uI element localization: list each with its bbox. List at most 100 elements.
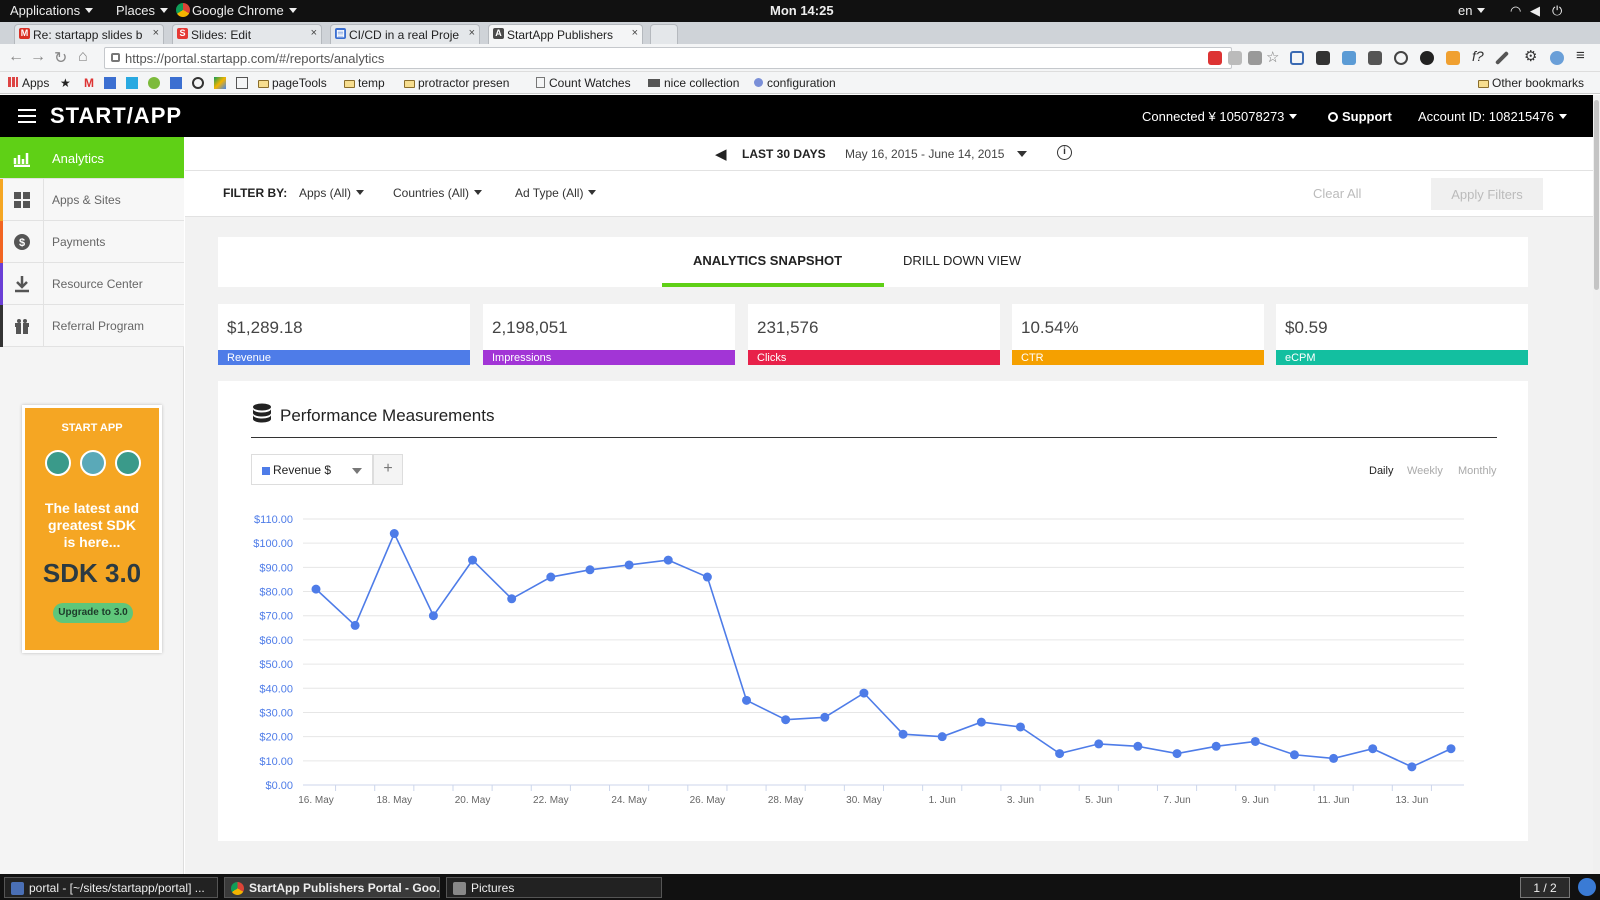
data-point[interactable] xyxy=(1407,762,1417,772)
sidebar-item-referral-program[interactable]: Referral Program xyxy=(0,305,184,347)
data-point[interactable] xyxy=(937,732,947,742)
close-icon[interactable]: × xyxy=(632,27,638,39)
hamburger-menu-icon[interactable] xyxy=(18,109,36,123)
upgrade-button[interactable]: Upgrade to 3.0 xyxy=(53,603,133,623)
taskbar-item-chrome[interactable]: StartApp Publishers Portal - Goo... xyxy=(224,877,440,898)
data-point[interactable] xyxy=(663,555,673,565)
info-icon[interactable]: i xyxy=(1057,145,1072,160)
taskbar-item-pictures[interactable]: Pictures xyxy=(446,877,662,898)
browser-menu[interactable]: Google Chrome xyxy=(176,3,297,18)
timer-icon[interactable] xyxy=(1394,51,1408,65)
data-point[interactable] xyxy=(1055,749,1065,759)
tab-startapp[interactable]: A StartApp Publishers × xyxy=(488,24,643,44)
sidebar-item-apps-sites[interactable]: Apps & Sites xyxy=(0,179,184,221)
calendar-icon[interactable] xyxy=(170,77,182,89)
data-point[interactable] xyxy=(1172,749,1182,759)
extension-icon[interactable] xyxy=(1228,51,1242,65)
bookmark-icon[interactable] xyxy=(126,77,138,89)
date-range-value[interactable]: May 16, 2015 - June 14, 2015 xyxy=(845,147,1004,161)
formula-icon[interactable]: f? xyxy=(1472,48,1486,64)
sb-extension-icon[interactable] xyxy=(1368,51,1382,65)
angular-extension-icon[interactable] xyxy=(1208,51,1222,65)
data-point[interactable] xyxy=(624,560,634,570)
data-point[interactable] xyxy=(1250,736,1260,746)
places-menu[interactable]: Places xyxy=(116,3,169,18)
eyedropper-icon[interactable] xyxy=(1494,50,1510,66)
sidebar-item-analytics[interactable]: Analytics xyxy=(0,137,184,179)
key-icon[interactable] xyxy=(1248,51,1262,65)
page-scrollbar[interactable] xyxy=(1593,95,1600,874)
bookmark-icon[interactable] xyxy=(192,77,204,89)
scrollbar-thumb[interactable] xyxy=(1594,100,1599,290)
tab-analytics-snapshot[interactable]: ANALYTICS SNAPSHOT xyxy=(693,253,842,268)
data-point[interactable] xyxy=(1133,741,1143,751)
wifi-icon[interactable]: ◠ xyxy=(1510,3,1521,19)
account-dropdown[interactable]: Account ID: 108215476 xyxy=(1418,109,1567,124)
data-point[interactable] xyxy=(311,584,321,594)
terminal-icon[interactable] xyxy=(1316,51,1330,65)
data-point[interactable] xyxy=(820,712,830,722)
data-point[interactable] xyxy=(507,594,517,604)
tab-doc[interactable]: ▤ CI/CD in a real Proje × xyxy=(330,24,480,44)
address-bar[interactable]: https://portal.startapp.com/#/reports/an… xyxy=(104,47,1232,69)
jb-extension-icon[interactable] xyxy=(1446,51,1460,65)
startapp-logo[interactable]: START/APP xyxy=(50,103,182,129)
data-point[interactable] xyxy=(1446,744,1456,754)
bookmark-icon[interactable] xyxy=(148,77,160,89)
apply-filters-button[interactable]: Apply Filters xyxy=(1431,178,1543,210)
data-point[interactable] xyxy=(389,529,399,539)
back-arrow-icon[interactable]: ◀ xyxy=(715,145,727,163)
data-point[interactable] xyxy=(781,715,791,725)
applications-menu[interactable]: Applications xyxy=(10,3,94,18)
bookmark-icon[interactable] xyxy=(236,77,248,89)
notification-icon[interactable] xyxy=(1578,878,1596,896)
gear-icon[interactable]: ⚙ xyxy=(1524,47,1538,65)
close-icon[interactable]: × xyxy=(153,27,159,39)
back-icon[interactable]: ← xyxy=(8,48,24,66)
support-link[interactable]: Support xyxy=(1328,109,1392,124)
data-point[interactable] xyxy=(1015,722,1025,732)
tab-slides[interactable]: S Slides: Edit × xyxy=(172,24,322,44)
data-point[interactable] xyxy=(976,717,986,727)
tab-drill-down-view[interactable]: DRILL DOWN VIEW xyxy=(903,253,1021,268)
ad-type-filter[interactable]: Ad Type (All) xyxy=(515,186,597,200)
clear-all-button[interactable]: Clear All xyxy=(1313,186,1361,201)
tab-gmail[interactable]: M Re: startapp slides b × xyxy=(14,24,164,44)
data-point[interactable] xyxy=(1094,739,1104,749)
bookmark-nice-collection[interactable]: nice collection xyxy=(648,76,739,90)
kpi-card-ctr[interactable]: 10.54% CTR xyxy=(1012,304,1264,365)
data-point[interactable] xyxy=(702,572,712,582)
data-point[interactable] xyxy=(859,688,869,698)
forward-icon[interactable]: → xyxy=(30,48,46,66)
taskbar-item-terminal[interactable]: portal - [~/sites/startapp/portal] ... xyxy=(4,877,218,898)
workspace-pager[interactable]: 1 / 2 xyxy=(1520,877,1570,898)
close-icon[interactable]: × xyxy=(311,27,317,39)
data-point[interactable] xyxy=(428,611,438,621)
bookmark-folder-temp[interactable]: temp xyxy=(344,76,385,90)
bookmark-apps[interactable]: Apps xyxy=(8,76,49,90)
home-icon[interactable]: ⌂ xyxy=(78,48,88,66)
folder-extension-icon[interactable] xyxy=(1342,51,1356,65)
bookmark-icon[interactable] xyxy=(104,77,116,89)
data-point[interactable] xyxy=(468,555,478,565)
kpi-card-clicks[interactable]: 231,576 Clicks xyxy=(748,304,1000,365)
globe-icon[interactable] xyxy=(1550,51,1564,65)
data-point[interactable] xyxy=(898,729,908,739)
drive-icon[interactable] xyxy=(214,77,226,89)
kpi-card-revenue[interactable]: $1,289.18 Revenue xyxy=(218,304,470,365)
connected-dropdown[interactable]: Connected ¥ 105078273 xyxy=(1142,109,1298,124)
power-icon[interactable]: ⏻ xyxy=(1552,3,1562,19)
star-bookmark-icon[interactable]: ★ xyxy=(60,76,71,90)
sidebar-item-payments[interactable]: $ Payments xyxy=(0,221,184,263)
kpi-card-impressions[interactable]: 2,198,051 Impressions xyxy=(483,304,735,365)
gmail-bookmark-icon[interactable]: M xyxy=(84,76,94,90)
screenshot-icon[interactable] xyxy=(1290,51,1304,65)
data-point[interactable] xyxy=(546,572,556,582)
color-picker-icon[interactable] xyxy=(1420,51,1434,65)
kpi-card-ecpm[interactable]: $0.59 eCPM xyxy=(1276,304,1528,365)
reload-icon[interactable]: ↻ xyxy=(54,48,67,68)
star-icon[interactable]: ☆ xyxy=(1266,48,1280,66)
data-point[interactable] xyxy=(1368,744,1378,754)
bookmark-count-watches[interactable]: Count Watches xyxy=(536,76,631,90)
data-point[interactable] xyxy=(350,620,360,630)
